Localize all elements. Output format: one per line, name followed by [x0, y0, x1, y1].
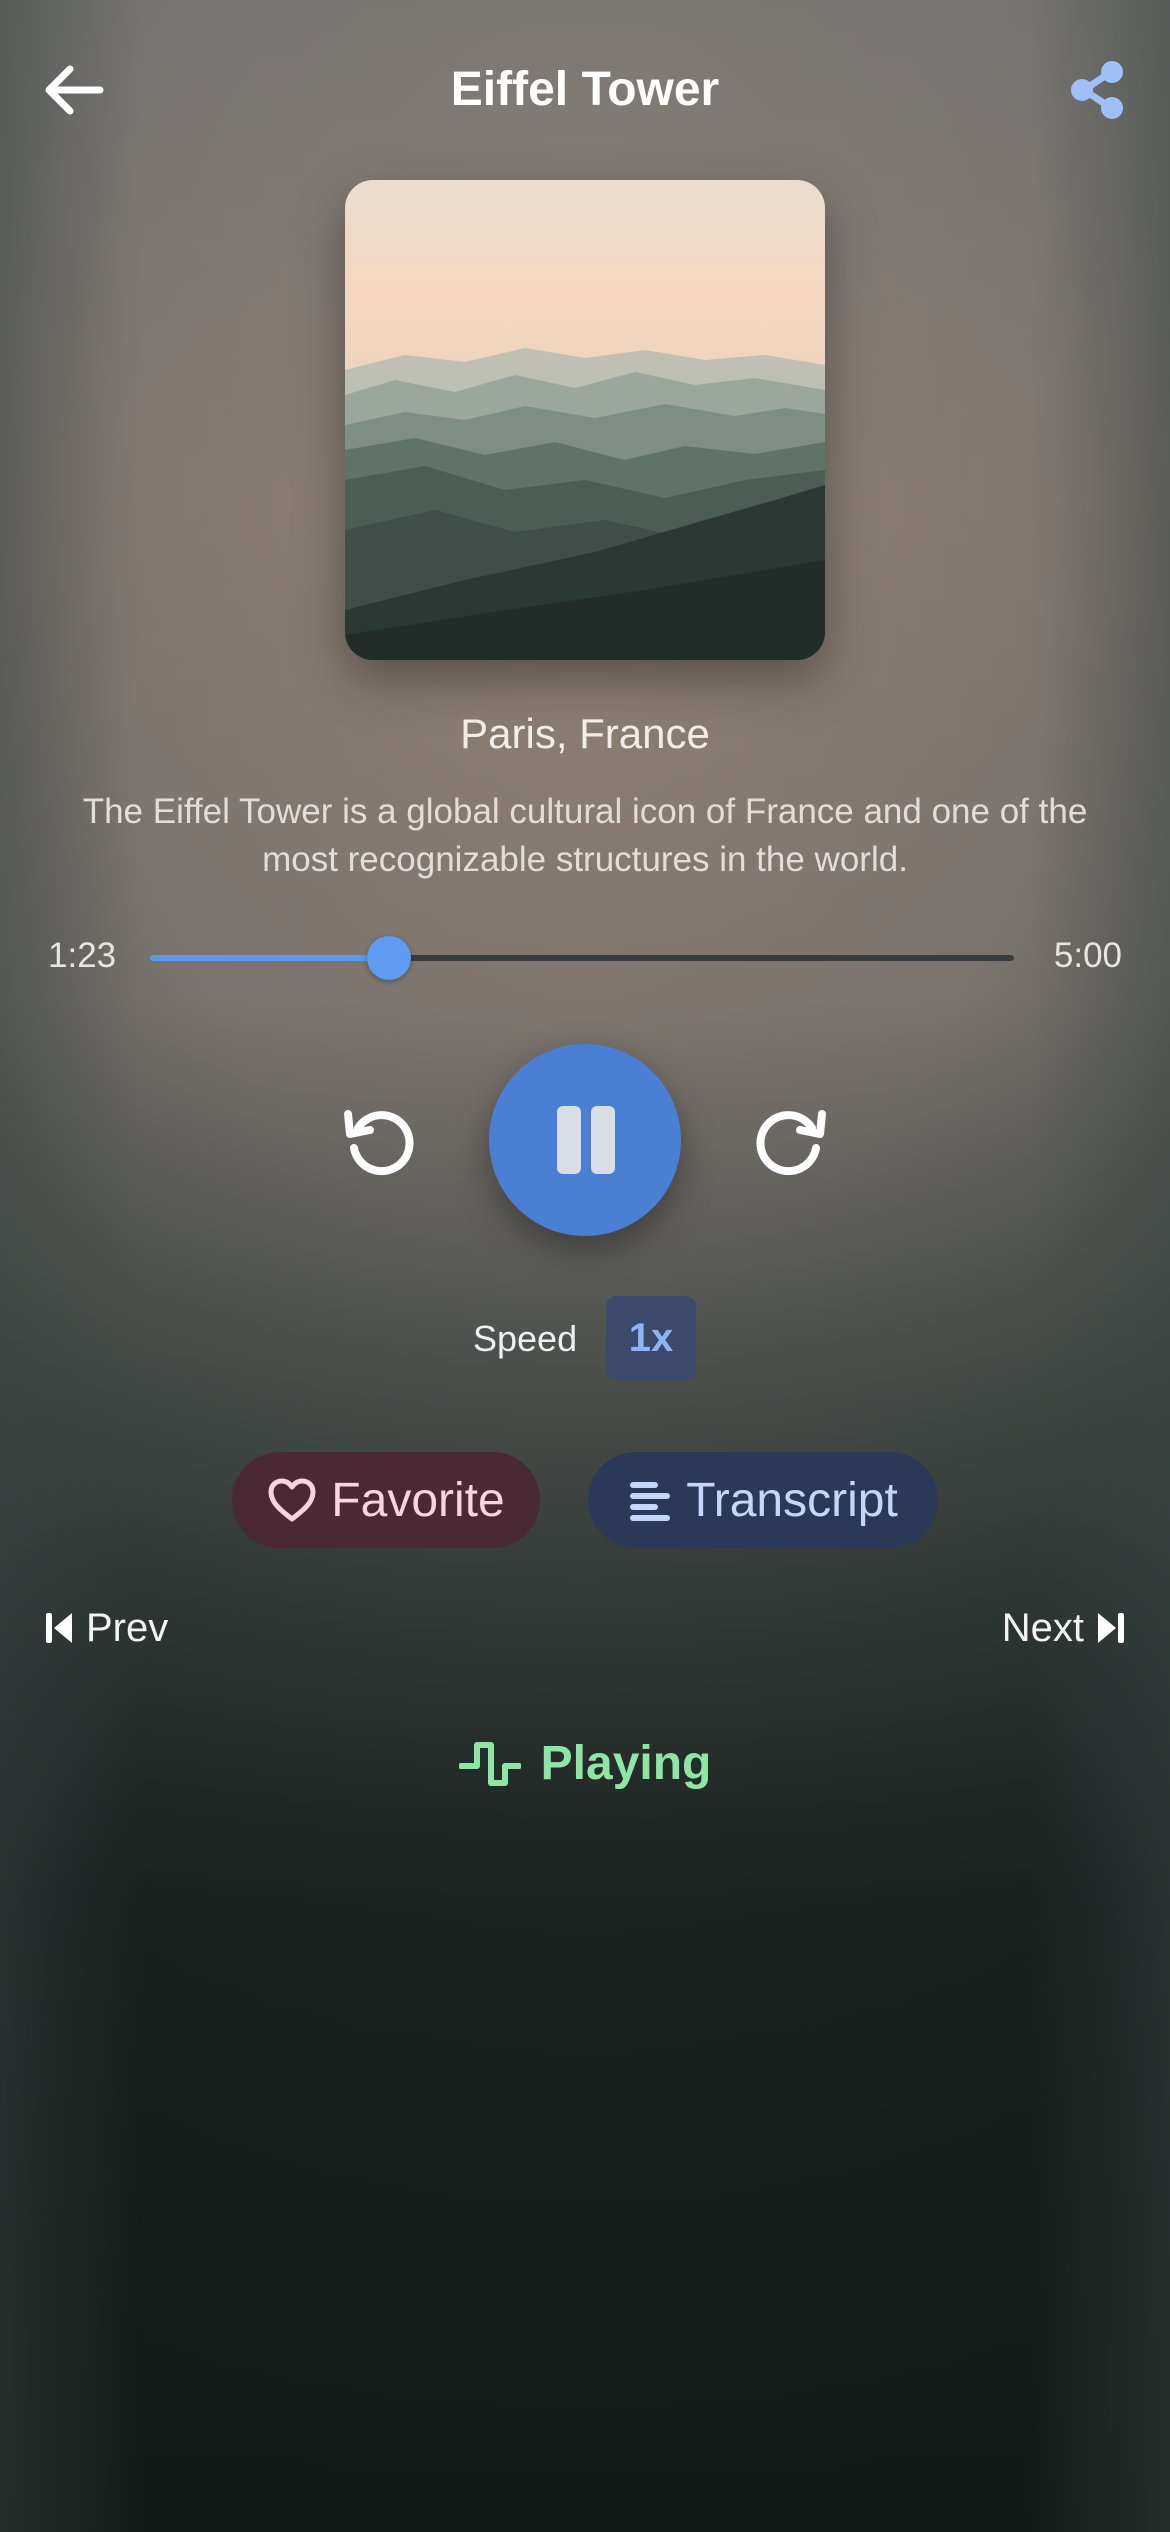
mountain-landscape-image: [345, 180, 825, 660]
track-location: Paris, France: [460, 710, 710, 757]
text-lines-icon: [630, 1482, 671, 1521]
pulse-wave-icon: [458, 1741, 521, 1786]
speed-label: Speed: [473, 1318, 578, 1359]
share-icon: [1071, 61, 1123, 119]
skip-forward-icon: [1098, 1613, 1124, 1643]
progress-fill: [150, 955, 390, 961]
next-button[interactable]: Next: [1002, 1600, 1126, 1656]
favorite-label: Favorite: [331, 1473, 505, 1527]
favorite-button[interactable]: Favorite: [232, 1452, 540, 1548]
progress-thumb[interactable]: [367, 936, 412, 980]
next-label: Next: [1001, 1605, 1084, 1650]
total-time: 5:00: [1053, 936, 1122, 975]
playback-status: Playing: [0, 1736, 1170, 1791]
rewind-button[interactable]: [340, 1102, 420, 1182]
cover-artwork: [345, 180, 825, 660]
current-time: 1:23: [48, 936, 117, 975]
skip-back-icon: [46, 1613, 72, 1643]
pause-button[interactable]: [489, 1044, 681, 1236]
track-description: The Eiffel Tower is a global cultural ic…: [82, 792, 1088, 879]
audio-player-screen: Eiffel Tower Paris, France The Eiffel To…: [0, 0, 1170, 2532]
rotate-ccw-icon: [344, 1110, 414, 1176]
prev-button[interactable]: Prev: [44, 1600, 168, 1656]
pause-icon: [557, 1106, 615, 1174]
prev-label: Prev: [86, 1605, 169, 1650]
share-button[interactable]: [1066, 58, 1130, 122]
status-label: Playing: [540, 1737, 712, 1790]
transcript-label: Transcript: [686, 1473, 898, 1527]
heart-icon: [268, 1478, 316, 1522]
rotate-cw-icon: [756, 1110, 826, 1176]
speed-button[interactable]: 1x: [606, 1296, 696, 1380]
header: Eiffel Tower: [0, 48, 1170, 132]
progress-slider[interactable]: [150, 936, 1014, 980]
forward-button[interactable]: [750, 1102, 830, 1182]
transcript-button[interactable]: Transcript: [588, 1452, 938, 1548]
page-title: Eiffel Tower: [450, 63, 720, 116]
